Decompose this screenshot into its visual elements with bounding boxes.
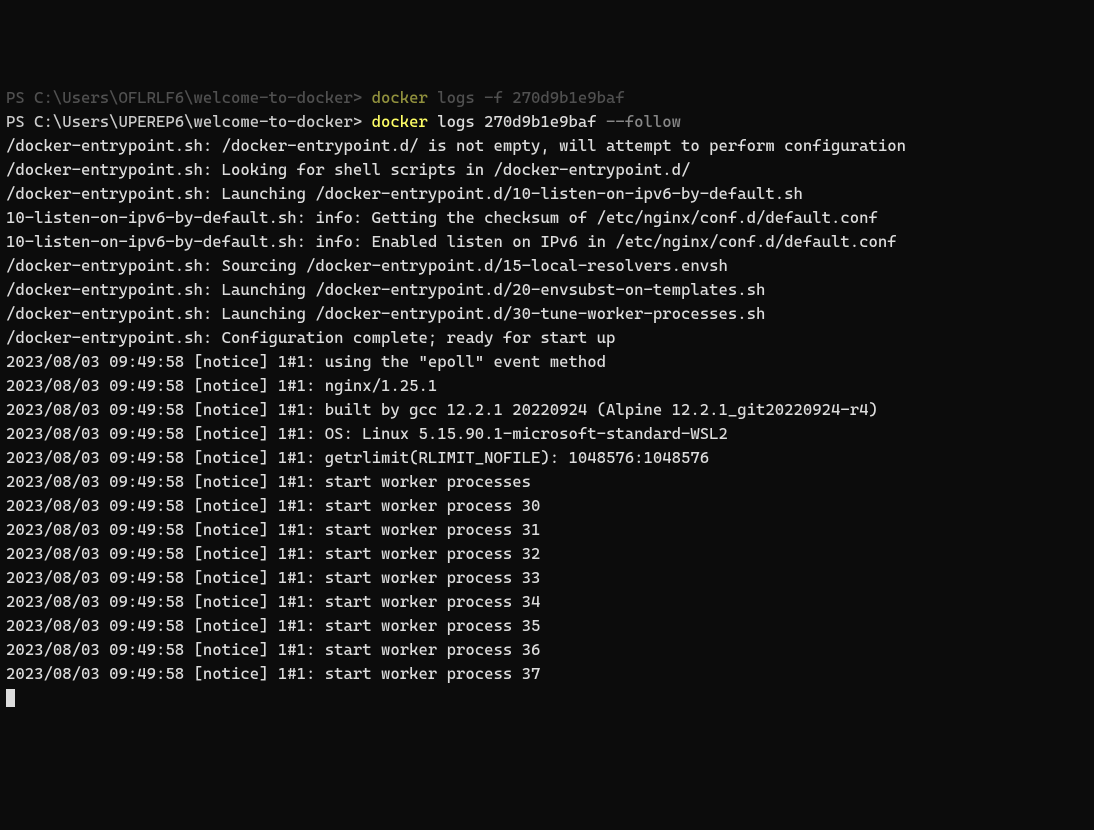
log-line: /docker-entrypoint.sh: Sourcing /docker-… [6, 254, 1088, 278]
log-line: 2023/08/03 09:49:58 [notice] 1#1: start … [6, 614, 1088, 638]
log-line: 2023/08/03 09:49:58 [notice] 1#1: using … [6, 350, 1088, 374]
log-line: 10-listen-on-ipv6-by-default.sh: info: E… [6, 230, 1088, 254]
log-line: 2023/08/03 09:49:58 [notice] 1#1: start … [6, 470, 1088, 494]
prompt-line-previous: PS C:\Users\OFLRLF6\welcome-to-docker> d… [6, 86, 1088, 110]
log-line: 2023/08/03 09:49:58 [notice] 1#1: start … [6, 542, 1088, 566]
log-line: 2023/08/03 09:49:58 [notice] 1#1: start … [6, 590, 1088, 614]
log-line: /docker-entrypoint.sh: Launching /docker… [6, 182, 1088, 206]
ps-prefix: PS [6, 88, 34, 107]
log-line: 2023/08/03 09:49:58 [notice] 1#1: nginx/… [6, 374, 1088, 398]
terminal-cursor [6, 689, 15, 707]
log-line: 10-listen-on-ipv6-by-default.sh: info: G… [6, 206, 1088, 230]
command-args: logs -f 270d9b1e9baf [437, 88, 625, 107]
ps-prefix: PS [6, 112, 34, 131]
cursor-line[interactable] [6, 686, 1088, 710]
prompt-path: C:\Users\OFLRLF6\welcome-to-docker> [34, 88, 372, 107]
log-line: /docker-entrypoint.sh: /docker-entrypoin… [6, 134, 1088, 158]
log-line: 2023/08/03 09:49:58 [notice] 1#1: OS: Li… [6, 422, 1088, 446]
log-line: 2023/08/03 09:49:58 [notice] 1#1: start … [6, 662, 1088, 686]
command-keyword: docker [372, 88, 428, 107]
command-keyword: docker [372, 112, 428, 131]
log-line: 2023/08/03 09:49:58 [notice] 1#1: start … [6, 638, 1088, 662]
log-line: /docker-entrypoint.sh: Configuration com… [6, 326, 1088, 350]
log-line: 2023/08/03 09:49:58 [notice] 1#1: start … [6, 566, 1088, 590]
prompt-path: C:\Users\UPEREP6\welcome-to-docker> [34, 112, 372, 131]
log-line: /docker-entrypoint.sh: Launching /docker… [6, 302, 1088, 326]
log-line: 2023/08/03 09:49:58 [notice] 1#1: start … [6, 518, 1088, 542]
terminal-output[interactable]: PS C:\Users\OFLRLF6\welcome-to-docker> d… [6, 86, 1088, 710]
command-flag: --follow [606, 112, 681, 131]
log-line: /docker-entrypoint.sh: Looking for shell… [6, 158, 1088, 182]
log-line: 2023/08/03 09:49:58 [notice] 1#1: built … [6, 398, 1088, 422]
prompt-line-current: PS C:\Users\UPEREP6\welcome-to-docker> d… [6, 110, 1088, 134]
log-line: 2023/08/03 09:49:58 [notice] 1#1: start … [6, 494, 1088, 518]
command-args: logs 270d9b1e9baf [437, 112, 606, 131]
log-line: 2023/08/03 09:49:58 [notice] 1#1: getrli… [6, 446, 1088, 470]
log-line: /docker-entrypoint.sh: Launching /docker… [6, 278, 1088, 302]
